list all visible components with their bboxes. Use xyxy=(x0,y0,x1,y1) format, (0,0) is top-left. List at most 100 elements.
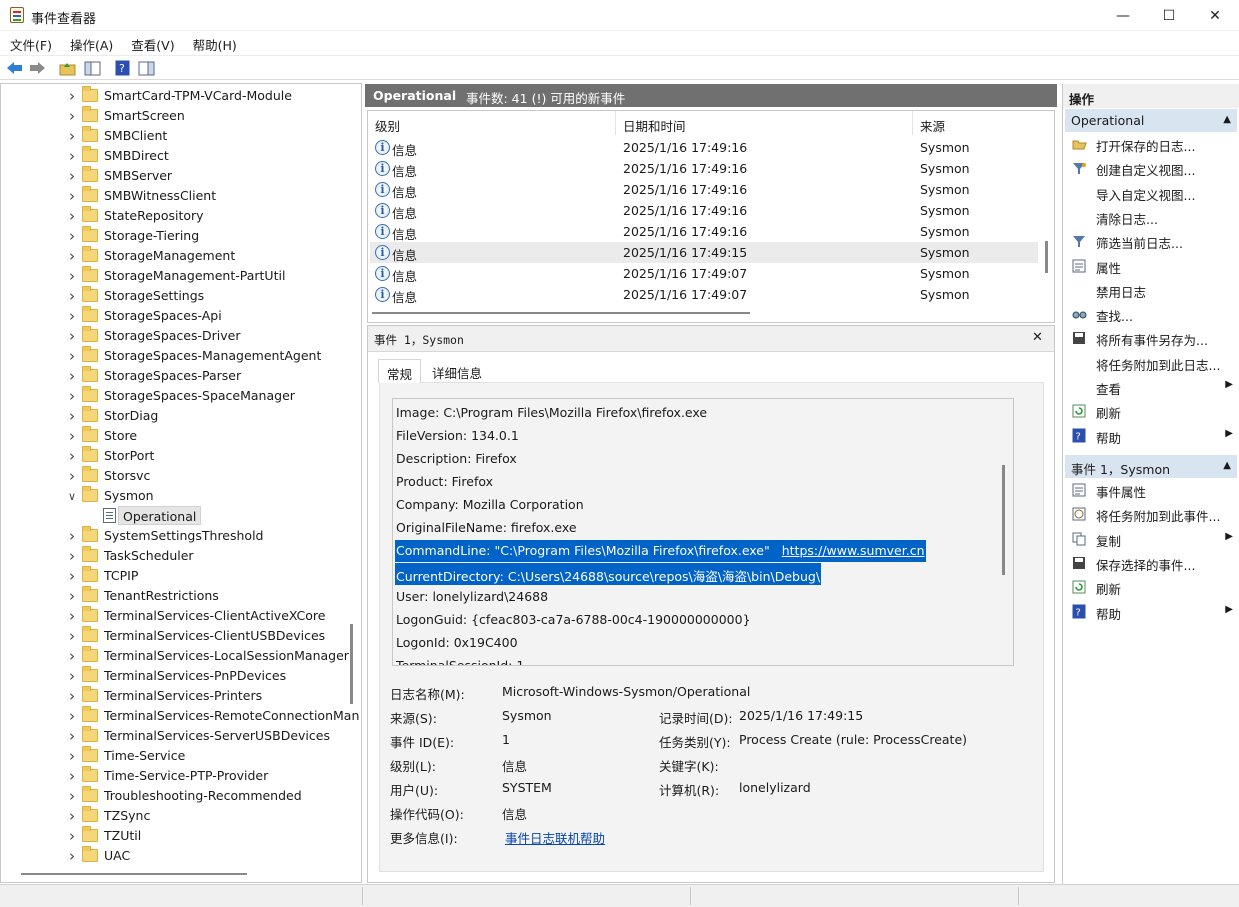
collapse-icon[interactable]: ▲ xyxy=(1223,460,1231,471)
chevron-right-icon[interactable]: › xyxy=(66,186,78,206)
tree-item[interactable]: › Time-Service xyxy=(1,746,341,766)
menu-file[interactable]: 文件(F) xyxy=(0,31,60,55)
chevron-right-icon[interactable]: › xyxy=(66,346,78,366)
chevron-right-icon[interactable]: › xyxy=(66,426,78,446)
chevron-right-icon[interactable]: › xyxy=(66,206,78,226)
action-item[interactable]: ? 帮助 ▶ xyxy=(1065,424,1235,448)
action-item[interactable]: 查找... xyxy=(1065,302,1235,326)
tree-item[interactable]: ∨ Sysmon xyxy=(1,486,341,506)
chevron-right-icon[interactable]: › xyxy=(66,226,78,246)
tree-item[interactable]: › SystemSettingsThreshold xyxy=(1,526,341,546)
tree-item[interactable]: › StorageSpaces-Driver xyxy=(1,326,341,346)
chevron-right-icon[interactable]: › xyxy=(66,466,78,486)
chevron-right-icon[interactable]: › xyxy=(66,666,78,686)
event-row[interactable]: i 信息 2025/1/16 17:49:15 Sysmon xyxy=(370,242,1038,263)
tree-item[interactable]: › Time-Service-PTP-Provider xyxy=(1,766,341,786)
menu-help[interactable]: 帮助(H) xyxy=(183,31,245,55)
tree-item[interactable]: › TerminalServices-RemoteConnectionMan xyxy=(1,706,359,726)
tree-item[interactable]: › TaskScheduler xyxy=(1,546,341,566)
chevron-right-icon[interactable]: › xyxy=(66,306,78,326)
tree-item[interactable]: › SmartScreen xyxy=(1,106,341,126)
action-item[interactable]: 刷新 xyxy=(1065,399,1235,423)
tree-item[interactable]: › SMBDirect xyxy=(1,146,341,166)
action-item[interactable]: 打开保存的日志... xyxy=(1065,132,1235,156)
tree-item[interactable]: › TerminalServices-PnPDevices xyxy=(1,666,341,686)
tree-item[interactable]: › StorageManagement-PartUtil xyxy=(1,266,341,286)
chevron-right-icon[interactable]: › xyxy=(66,626,78,646)
forward-arrow-icon[interactable] xyxy=(28,59,46,77)
tree-item[interactable]: › StorageManagement xyxy=(1,246,341,266)
chevron-right-icon[interactable]: › xyxy=(66,126,78,146)
tree-item[interactable]: › StorageSpaces-Api xyxy=(1,306,341,326)
tab-details[interactable]: 详细信息 xyxy=(424,359,490,383)
tab-general[interactable]: 常规 xyxy=(378,359,422,383)
chevron-right-icon[interactable]: › xyxy=(66,766,78,786)
help-icon[interactable]: ? xyxy=(113,59,131,77)
tree-item[interactable]: › StorageSpaces-ManagementAgent xyxy=(1,346,341,366)
tree-item[interactable]: › TerminalServices-LocalSessionManager xyxy=(1,646,349,666)
chevron-right-icon[interactable]: › xyxy=(66,686,78,706)
event-action-item[interactable]: 事件属性 xyxy=(1065,478,1235,502)
back-arrow-icon[interactable] xyxy=(5,59,23,77)
event-row[interactable]: i 信息 2025/1/16 17:49:07 Sysmon xyxy=(370,284,1038,305)
event-action-item[interactable]: 保存选择的事件... xyxy=(1065,551,1235,575)
tree-item[interactable]: › UAC xyxy=(1,846,341,866)
chevron-right-icon[interactable]: › xyxy=(66,166,78,186)
menu-view[interactable]: 查看(V) xyxy=(121,31,182,55)
grid-horizontal-scrollbar[interactable] xyxy=(372,312,750,314)
event-row[interactable]: i 信息 2025/1/16 17:49:16 Sysmon xyxy=(370,137,1038,158)
chevron-down-icon[interactable]: ∨ xyxy=(66,486,78,506)
maximize-button[interactable]: ☐ xyxy=(1146,0,1192,31)
chevron-right-icon[interactable]: › xyxy=(66,106,78,126)
event-description-box[interactable]: Image: C:\Program Files\Mozilla Firefox\… xyxy=(392,398,1014,666)
description-scrollbar[interactable] xyxy=(1002,465,1005,575)
show-hide-action-pane-icon[interactable] xyxy=(137,59,155,77)
tree-item[interactable]: › TZUtil xyxy=(1,826,341,846)
event-action-item[interactable]: 将任务附加到此事件... xyxy=(1065,502,1235,526)
chevron-right-icon[interactable]: › xyxy=(66,406,78,426)
chevron-right-icon[interactable]: › xyxy=(66,606,78,626)
chevron-right-icon[interactable]: › xyxy=(66,246,78,266)
up-folder-icon[interactable] xyxy=(58,59,76,77)
chevron-right-icon[interactable]: › xyxy=(66,526,78,546)
tree-item[interactable]: › SMBWitnessClient xyxy=(1,186,341,206)
chevron-right-icon[interactable]: › xyxy=(66,326,78,346)
actions-section-operational[interactable]: Operational ▲ xyxy=(1065,109,1237,132)
description-link[interactable]: https://www.sumver.cn xyxy=(782,543,925,558)
event-row[interactable]: i 信息 2025/1/16 17:49:16 Sysmon xyxy=(370,221,1038,242)
tree-item[interactable]: › StorPort xyxy=(1,446,341,466)
column-datetime[interactable]: 日期和时间 xyxy=(616,111,913,135)
chevron-right-icon[interactable]: › xyxy=(66,706,78,726)
online-help-link[interactable]: 事件日志联机帮助 xyxy=(505,828,605,847)
tree-item[interactable]: › StorageSettings xyxy=(1,286,341,306)
chevron-right-icon[interactable]: › xyxy=(66,266,78,286)
chevron-right-icon[interactable]: › xyxy=(66,566,78,586)
detail-close-icon[interactable]: ✕ xyxy=(1032,330,1043,345)
chevron-right-icon[interactable]: › xyxy=(66,386,78,406)
collapse-icon[interactable]: ▲ xyxy=(1223,114,1231,125)
tree-item[interactable]: › SMBClient xyxy=(1,126,341,146)
event-action-item[interactable]: 刷新 xyxy=(1065,575,1235,599)
tree-item[interactable]: › StorageSpaces-SpaceManager xyxy=(1,386,341,406)
tree-item[interactable]: Operational xyxy=(1,506,341,526)
tree-item[interactable]: › SmartCard-TPM-VCard-Module xyxy=(1,86,341,106)
tree-item[interactable]: › Storage-Tiering xyxy=(1,226,341,246)
action-item[interactable]: 禁用日志 xyxy=(1065,278,1235,302)
chevron-right-icon[interactable]: › xyxy=(66,446,78,466)
tree-item[interactable]: › SMBServer xyxy=(1,166,341,186)
tree-item[interactable]: › StateRepository xyxy=(1,206,341,226)
grid-vertical-scrollbar[interactable] xyxy=(1045,241,1048,273)
event-row[interactable]: i 信息 2025/1/16 17:49:07 Sysmon xyxy=(370,263,1038,284)
chevron-right-icon[interactable]: › xyxy=(66,546,78,566)
minimize-button[interactable]: — xyxy=(1100,0,1146,31)
chevron-right-icon[interactable]: › xyxy=(66,806,78,826)
tree-item[interactable]: › Store xyxy=(1,426,341,446)
chevron-right-icon[interactable]: › xyxy=(66,586,78,606)
action-item[interactable]: 查看 ▶ xyxy=(1065,375,1235,399)
tree-item[interactable]: › TCPIP xyxy=(1,566,341,586)
show-hide-tree-icon[interactable] xyxy=(83,59,101,77)
action-item[interactable]: 将任务附加到此日志... xyxy=(1065,351,1235,375)
action-item[interactable]: 导入自定义视图... xyxy=(1065,181,1235,205)
tree-item[interactable]: › TerminalServices-Printers xyxy=(1,686,341,706)
tree-horizontal-scrollbar[interactable] xyxy=(21,873,247,875)
